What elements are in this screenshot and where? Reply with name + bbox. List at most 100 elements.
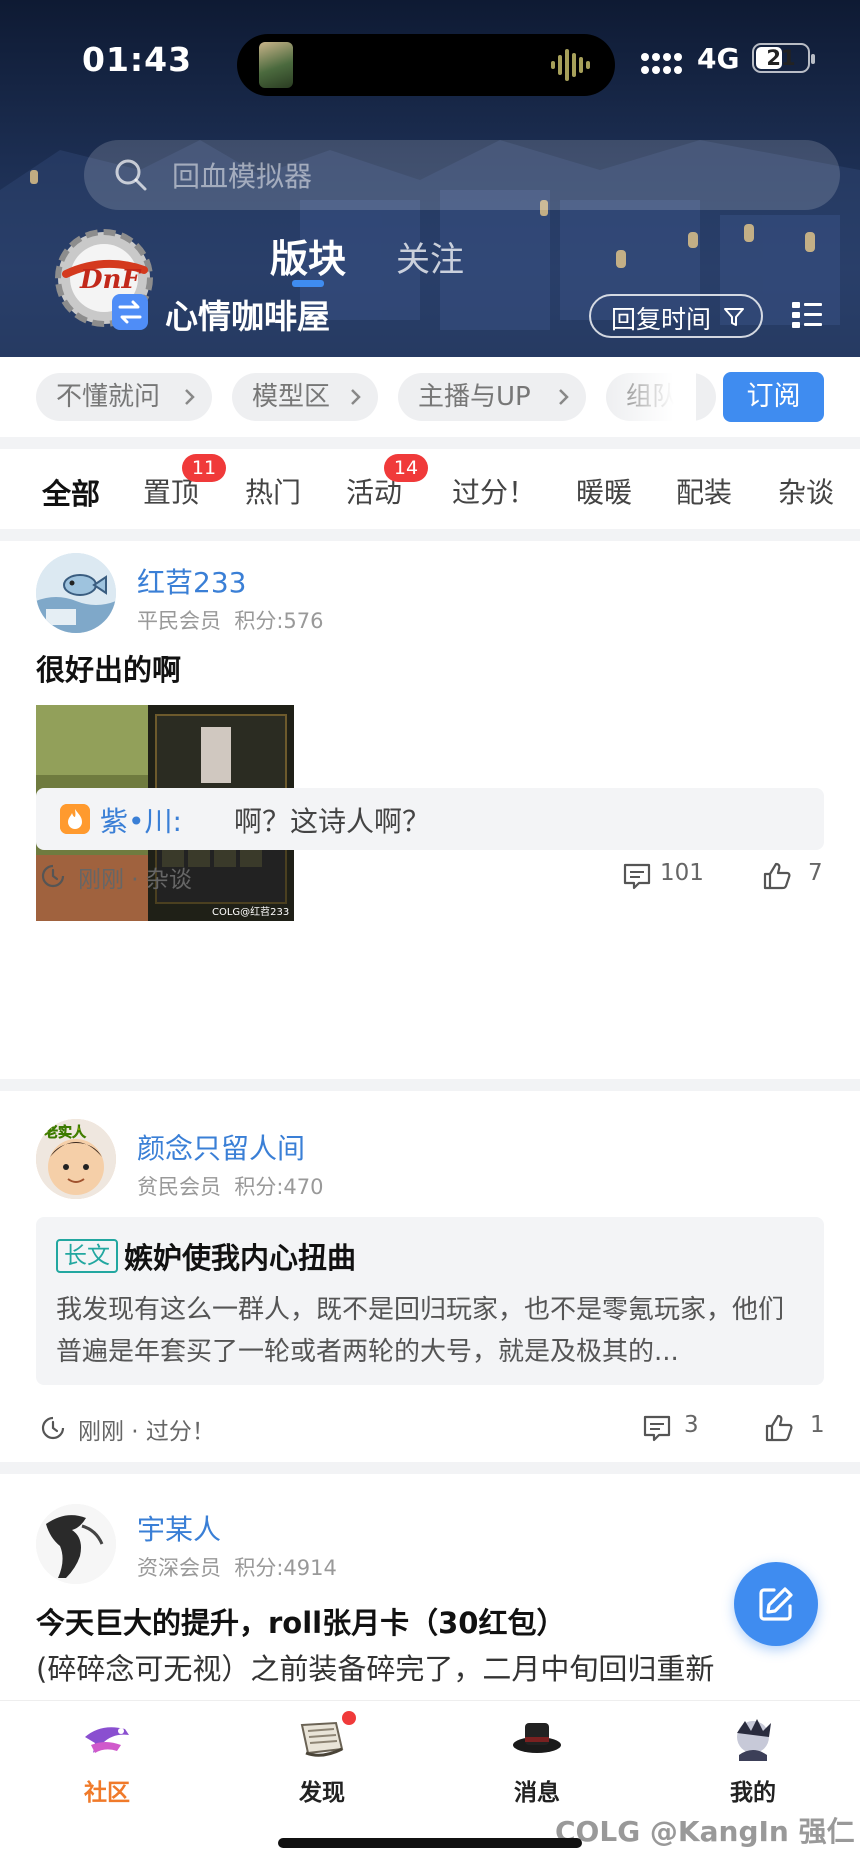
avatar-ink-figure-icon [36, 1504, 116, 1584]
avatar-caption: 老实人 [44, 1124, 87, 1141]
search-icon [115, 159, 147, 191]
profile-icon [737, 1719, 771, 1761]
clock-time: 01:43 [82, 40, 193, 79]
active-tab-indicator [292, 280, 324, 287]
signal-icon [641, 53, 682, 74]
post-title[interactable]: 今天巨大的提升，roll张月卡（30红包） [36, 1600, 565, 1642]
cat-builds[interactable]: 配装 [676, 471, 732, 511]
divider [0, 1462, 860, 1474]
sort-button[interactable]: 回复时间 [589, 294, 763, 338]
chip-label: 主播与UP [418, 382, 531, 412]
chip-streamers[interactable]: 主播与UP [398, 373, 586, 421]
post-card[interactable]: 红苕233 平民会员 积分:576 很好出的啊 COLG@红苕233 紫•川: [0, 541, 860, 1079]
user-rank: 贫民会员 [137, 1175, 221, 1199]
chevron-right-icon [185, 389, 195, 405]
like-count: 1 [810, 1412, 825, 1438]
username[interactable]: 宇某人 [137, 1508, 221, 1548]
tab-section[interactable]: 版块 [270, 228, 346, 283]
cat-too-much[interactable]: 过分！ [452, 471, 536, 511]
sort-label: 回复时间 [611, 305, 712, 334]
search-placeholder: 回血模拟器 [172, 160, 313, 193]
post-title[interactable]: 很好出的啊 [36, 647, 181, 689]
battery-icon: 21 [752, 43, 815, 73]
avatar[interactable] [36, 553, 116, 633]
user-points: 积分:576 [234, 609, 324, 633]
quote-username[interactable]: 紫•川: [100, 800, 182, 840]
discover-icon [300, 1721, 344, 1757]
battery-level: 21 [766, 46, 796, 70]
long-article-tag: 长文 [56, 1239, 118, 1273]
clock-icon [41, 864, 65, 888]
forum-header: 01:43 4G 21 回血模拟器 DnF 心情咖啡屋 版块 关注 回复时间 [0, 0, 860, 357]
subforum-chip-bar: 不懂就问 模型区 主播与UP 组队 订阅 [0, 357, 860, 437]
clock-icon [41, 1416, 65, 1440]
filter-icon [724, 308, 744, 326]
chip-fade [606, 373, 696, 421]
like-icon[interactable] [764, 1413, 794, 1443]
chip-models[interactable]: 模型区 [232, 373, 378, 421]
tab-follow[interactable]: 关注 [396, 232, 464, 281]
hot-comment-quote[interactable]: 紫•川: 啊？这诗人啊？ [36, 788, 824, 850]
source-watermark: COLG @KangIn 强仁 [555, 1815, 855, 1848]
nav-profile[interactable]: 我的 [693, 1715, 813, 1807]
post-card[interactable]: 宇某人 资深会员 积分:4914 今天巨大的提升，roll张月卡（30红包） (… [0, 1474, 860, 1700]
cat-hot[interactable]: 热门 [245, 471, 301, 511]
comment-icon[interactable] [622, 861, 652, 891]
fire-icon [60, 804, 90, 834]
home-indicator[interactable] [278, 1838, 582, 1848]
search-bar[interactable]: 回血模拟器 [84, 140, 840, 210]
nav-label: 我的 [730, 1780, 776, 1806]
comment-count: 101 [660, 860, 704, 886]
user-meta: 平民会员 积分:576 [137, 605, 324, 635]
divider [0, 529, 860, 541]
subscribe-button[interactable]: 订阅 [723, 372, 824, 422]
community-icon [85, 1727, 129, 1753]
like-icon[interactable] [762, 861, 792, 891]
chevron-right-icon [559, 389, 569, 405]
chevron-right-icon [351, 389, 361, 405]
user-meta: 资深会员 积分:4914 [137, 1552, 337, 1582]
svg-text:DnF: DnF [79, 265, 141, 295]
comment-count: 3 [684, 1412, 699, 1438]
compose-button[interactable] [734, 1562, 818, 1646]
user-rank: 平民会员 [137, 609, 221, 633]
layout-toggle-icon[interactable] [790, 298, 824, 332]
nav-community[interactable]: 社区 [47, 1715, 167, 1807]
quote-text: 啊？这诗人啊？ [234, 805, 431, 838]
user-points: 积分:4914 [234, 1556, 337, 1580]
switch-forum-icon[interactable] [112, 294, 148, 330]
divider [0, 437, 860, 449]
user-meta: 贫民会员 积分:470 [137, 1171, 324, 1201]
network-type: 4G [697, 42, 740, 75]
category-tabs: 全部 置顶 11 热门 活动 14 过分！ 暖暖 配装 杂谈 [0, 449, 860, 529]
post-footer: 刚刚 · 过分！ 3 1 [0, 1407, 860, 1447]
avatar[interactable]: 老实人 [36, 1119, 116, 1199]
post-body-preview: (碎碎念可无视）之前装备碎完了，二月中旬回归重新 [36, 1652, 715, 1686]
forum-name: 心情咖啡屋 [165, 297, 330, 336]
avatar[interactable] [36, 1504, 116, 1584]
cat-all[interactable]: 全部 [42, 471, 100, 513]
username[interactable]: 红苕233 [137, 561, 246, 601]
status-bar: 01:43 4G 21 [0, 34, 860, 96]
nav-label: 发现 [299, 1780, 345, 1806]
chip-ask[interactable]: 不懂就问 [36, 373, 212, 421]
edit-icon [759, 1587, 793, 1621]
post-card[interactable]: 老实人 颜念只留人间 贫民会员 积分:470 长文 嫉妒使我内心扭曲 我发现有这… [0, 1091, 860, 1462]
comment-icon[interactable] [642, 1413, 672, 1443]
nav-messages[interactable]: 消息 [477, 1715, 597, 1807]
username[interactable]: 颜念只留人间 [137, 1127, 305, 1167]
chip-label: 不懂就问 [56, 382, 161, 412]
audio-wave-icon [551, 49, 590, 81]
nav-discover[interactable]: 发现 [262, 1715, 382, 1807]
avatar-fish-icon [36, 553, 116, 633]
like-count: 7 [808, 860, 823, 886]
chip-label: 模型区 [252, 382, 331, 412]
dynamic-island [237, 34, 615, 96]
post-time-category: 刚刚 · 杂谈 [78, 867, 192, 893]
discover-notification-dot [342, 1711, 356, 1725]
long-article-card[interactable]: 长文 嫉妒使我内心扭曲 我发现有这么一群人，既不是回归玩家，也不是零氪玩家，他们… [36, 1217, 824, 1385]
image-watermark-text: COLG@红苕233 [212, 905, 289, 918]
post-footer: 刚刚 · 杂谈 101 7 [0, 855, 860, 895]
cat-chat[interactable]: 杂谈 [778, 471, 834, 511]
cat-warm[interactable]: 暖暖 [576, 471, 632, 511]
